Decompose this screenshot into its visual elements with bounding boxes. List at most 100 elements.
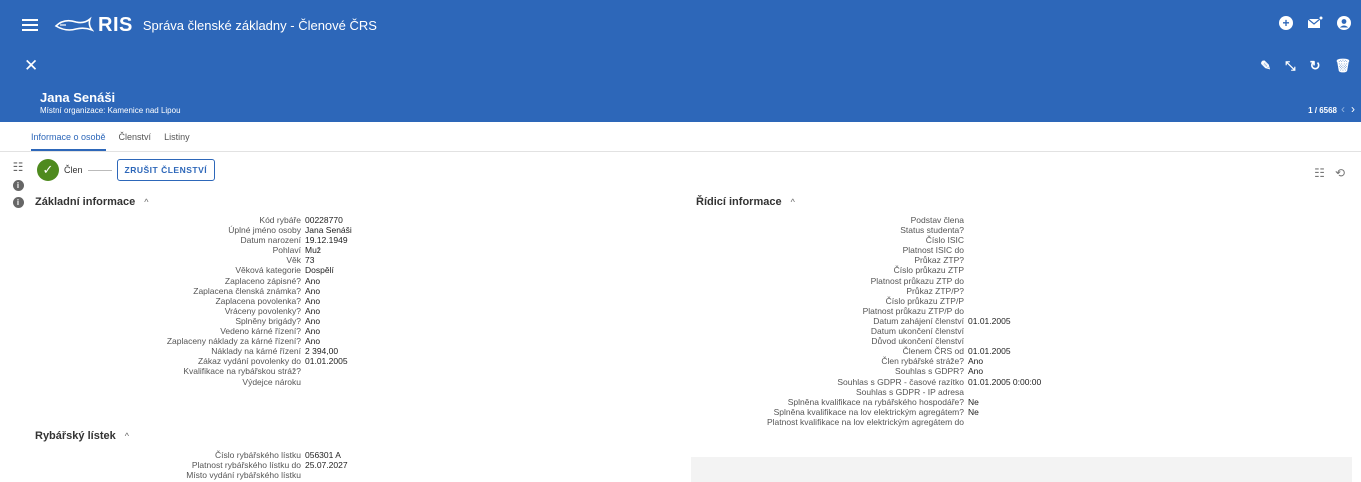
field-row: Datum narození 19.12.1949	[0, 235, 421, 245]
field-label: Splněna kvalifikace na lov elektrickým a…	[773, 406, 964, 417]
cancel-membership-button[interactable]: ZRUŠIT ČLENSTVÍ	[116, 159, 216, 181]
field-value: Ano	[305, 275, 321, 286]
info-icon[interactable]: i	[12, 197, 24, 208]
field-value: Ne	[968, 396, 979, 407]
field-label: Souhlas s GDPR?	[895, 366, 964, 377]
next-record-icon[interactable]: ›	[1351, 102, 1355, 116]
field-label: Kvalifikace na rybářskou stráž?	[183, 366, 301, 377]
menu-icon[interactable]	[22, 19, 38, 31]
chevron-up-icon[interactable]: ^	[144, 197, 148, 207]
tab-documents[interactable]: Listiny	[164, 132, 190, 151]
app-header: RIS Správa členské základny - Členové ČR…	[0, 0, 1361, 50]
field-row: Průkaz ZTP?	[691, 255, 1094, 265]
record-counter: 1 / 6568	[1308, 106, 1337, 115]
field-value: Jana Senáši	[305, 225, 352, 236]
field-row: Platnost kvalifikace na lov elektrickým …	[691, 417, 1094, 427]
field-row: Souhlas s GDPR - IP adresa	[691, 387, 1094, 397]
field-label: Věk	[286, 255, 301, 266]
info-icon[interactable]: i	[12, 180, 24, 191]
field-label: Důvod ukončení členství	[871, 336, 964, 347]
field-label: Datum narození	[240, 235, 301, 246]
add-icon[interactable]: +	[1279, 16, 1293, 30]
refresh-icon[interactable]: ↻	[1310, 58, 1321, 74]
field-value	[301, 470, 421, 480]
field-value	[964, 225, 1094, 235]
field-value: Ano	[305, 295, 321, 306]
field-row: Zaplaceno zápisné? Ano	[0, 276, 421, 286]
field-label: Členem ČRS od	[902, 346, 964, 357]
section-basic-info[interactable]: Základní informace ^	[35, 196, 149, 208]
user-icon[interactable]	[1337, 16, 1351, 30]
record-name: Jana Senáši	[40, 90, 116, 105]
field-row: Kód rybáře 00228770	[0, 215, 421, 225]
field-row: Splněny brigády? Ano	[0, 316, 421, 326]
field-value	[964, 286, 1094, 296]
field-value: Muž	[305, 245, 322, 256]
field-row: Splněna kvalifikace na rybářského hospod…	[691, 397, 1094, 407]
field-value: Ano	[968, 366, 984, 377]
filter-icon[interactable]: ☷	[13, 160, 24, 174]
collapse-icon[interactable]: ⤡	[1285, 58, 1295, 74]
field-row: Pohlaví Muž	[0, 245, 421, 255]
chevron-up-icon[interactable]: ^	[125, 431, 129, 441]
field-row: Místo vydání rybářského lístku	[0, 470, 421, 480]
field-label: Souhlas s GDPR - IP adresa	[855, 386, 964, 397]
field-value	[964, 296, 1094, 306]
section-fishing-license[interactable]: Rybářský lístek ^	[35, 430, 129, 442]
field-value: 19.12.1949	[305, 235, 348, 246]
field-label: Status studenta?	[900, 225, 964, 236]
section-title: Rybářský lístek	[35, 430, 116, 442]
history-icon[interactable]: ⟲	[1335, 166, 1345, 180]
field-value: Ano	[305, 336, 321, 347]
mail-icon[interactable]	[1307, 16, 1323, 30]
field-label: Průkaz ZTP/P?	[906, 285, 964, 296]
record-header: ✕ ✎ ⤡ ↻ 🗑 Jana Senáši Místní organizace:…	[0, 50, 1361, 122]
field-row: Věk 73	[0, 255, 421, 265]
tab-person-info[interactable]: Informace o osobě	[31, 132, 106, 151]
section-title: Řídicí informace	[696, 196, 782, 208]
field-value	[301, 377, 421, 387]
status-divider	[87, 169, 112, 171]
field-value	[964, 306, 1094, 316]
field-row: Číslo rybářského lístku 056301 A	[0, 450, 421, 460]
field-label: Datum ukončení členství	[870, 326, 964, 337]
membership-status: ✓ Člen ZRUŠIT ČLENSTVÍ	[37, 159, 216, 181]
control-info-fields: Podstav člena Status studenta? Číslo ISIC P…	[691, 215, 1094, 427]
filter-icon[interactable]: ☷	[1314, 166, 1325, 180]
app-logo[interactable]: RIS	[54, 14, 133, 37]
field-value	[964, 387, 1094, 397]
tab-membership[interactable]: Členství	[119, 132, 152, 151]
field-value: 25.07.2027	[305, 460, 348, 471]
field-row: Souhlas s GDPR? Ano	[691, 366, 1094, 376]
field-value: 01.01.2005	[968, 346, 1011, 357]
field-label: Zaplaceny náklady za kárné řízení?	[166, 336, 301, 347]
field-label: Člen rybářské stráže?	[881, 356, 964, 367]
field-label: Úplné jméno osoby	[228, 225, 301, 236]
field-label: Kód rybáře	[259, 215, 301, 225]
field-row: Platnost průkazu ZTP/P do	[691, 306, 1094, 316]
field-value: Ano	[305, 285, 321, 296]
delete-icon[interactable]: 🗑	[1334, 58, 1351, 74]
license-fields: Číslo rybářského lístku 056301 A Platnost …	[0, 450, 421, 480]
field-row: Vráceny povolenky? Ano	[0, 306, 421, 316]
field-label: Zákaz vydání povolenky do	[197, 356, 301, 367]
previous-record-icon[interactable]: ‹	[1341, 102, 1345, 116]
field-label: Místo vydání rybářského lístku	[186, 470, 301, 481]
logo-text: RIS	[98, 13, 133, 36]
field-label: Zaplacena členská známka?	[193, 285, 301, 296]
field-value: Ano	[305, 305, 321, 316]
field-row: Číslo průkazu ZTP	[691, 265, 1094, 275]
close-icon[interactable]: ✕	[24, 56, 38, 76]
field-row: Úplné jméno osoby Jana Senáši	[0, 225, 421, 235]
field-row: Členem ČRS od 01.01.2005	[691, 346, 1094, 356]
field-row: Věková kategorie Dospělí	[0, 265, 421, 275]
field-row: Datum ukončení členství	[691, 326, 1094, 336]
chevron-up-icon[interactable]: ^	[791, 197, 795, 207]
field-row: Důvod ukončení členství	[691, 336, 1094, 346]
app-title: Správa členské základny - Členové ČRS	[142, 17, 377, 33]
edit-icon[interactable]: ✎	[1260, 58, 1271, 74]
section-control-info[interactable]: Řídicí informace ^	[696, 196, 795, 208]
field-row: Náklady na kárné řízení 2 394,00	[0, 346, 421, 356]
field-value	[964, 265, 1094, 275]
field-row: Zaplacena povolenka? Ano	[0, 296, 421, 306]
